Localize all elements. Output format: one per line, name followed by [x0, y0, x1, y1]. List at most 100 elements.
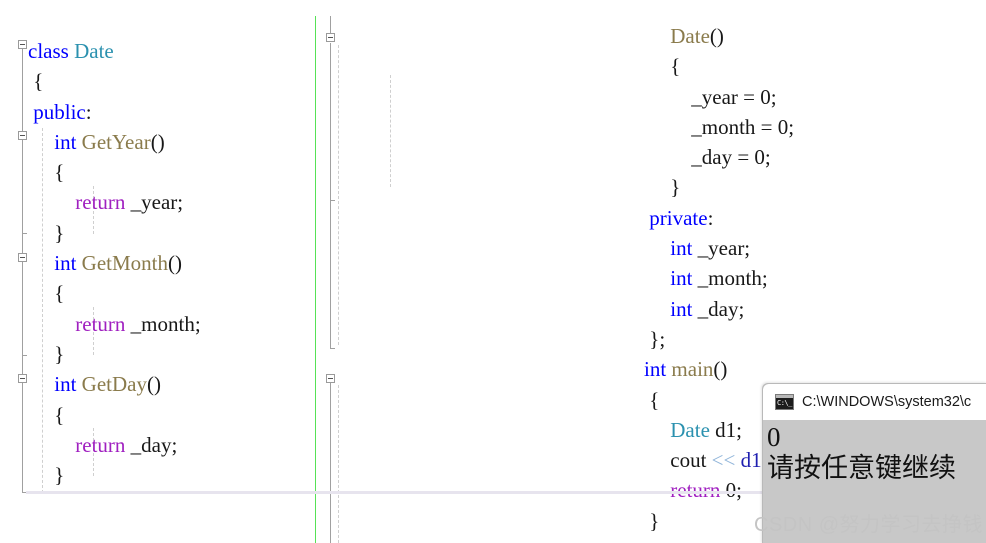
code-token: _day =	[644, 145, 755, 170]
code-line[interactable]: {	[644, 51, 926, 81]
code-token: return	[75, 190, 126, 215]
editor-pane-left[interactable]: class Date { public: int GetYear() { ret…	[0, 0, 320, 543]
code-token: Date	[670, 24, 710, 48]
fold-toggle-getyear[interactable]	[18, 131, 27, 140]
code-token: _month;	[692, 266, 768, 291]
code-line[interactable]: public:	[28, 97, 201, 127]
code-token: _month =	[644, 114, 778, 139]
code-token: }	[28, 341, 65, 366]
code-token: }	[644, 508, 660, 533]
code-token: ()	[146, 372, 161, 397]
code-token: {	[644, 54, 681, 79]
code-token: _day;	[125, 432, 178, 457]
fold-toggle-getmonth[interactable]	[18, 253, 27, 262]
code-line[interactable]: int GetDay()	[28, 369, 201, 399]
code-token: {	[28, 160, 65, 185]
code-token: return	[75, 432, 126, 457]
code-line[interactable]: {	[28, 66, 201, 96]
code-line[interactable]: _year = 0;	[644, 82, 926, 112]
code-line[interactable]: int _year;	[644, 233, 926, 263]
fold-guide-line	[22, 49, 23, 493]
code-token: ;	[736, 417, 742, 442]
code-line[interactable]: class Date	[28, 36, 201, 66]
code-token: ()	[713, 357, 728, 382]
code-token: _day;	[692, 296, 745, 321]
fold-end-tick	[22, 233, 27, 234]
code-line[interactable]: }	[644, 172, 926, 202]
code-line[interactable]: {	[28, 157, 201, 187]
code-line[interactable]: }	[28, 339, 201, 369]
code-line[interactable]: int _month;	[644, 263, 926, 293]
code-token: _year =	[644, 84, 761, 109]
code-line[interactable]: Date()	[644, 21, 926, 51]
code-token: }	[28, 463, 65, 488]
code-line[interactable]: return _day;	[28, 430, 201, 460]
code-line[interactable]: return _year;	[28, 187, 201, 217]
fold-toggle-class-date[interactable]	[18, 40, 27, 49]
code-token: int	[670, 296, 693, 321]
code-line[interactable]: _day = 0;	[644, 142, 926, 172]
fold-margin-right[interactable]	[326, 0, 346, 543]
code-token: GetYear	[81, 129, 151, 154]
code-line[interactable]: {	[28, 278, 201, 308]
horizontal-scroll-indicator[interactable]	[26, 491, 786, 494]
console-output-area[interactable]: 0 请按任意键继续	[763, 420, 986, 543]
code-line[interactable]: int _day;	[644, 294, 926, 324]
code-token: int	[54, 251, 77, 276]
code-token: };	[644, 326, 666, 351]
code-token: 0	[777, 114, 789, 139]
indent-guide	[390, 75, 391, 187]
code-line[interactable]: }	[28, 218, 201, 248]
fold-guide-line	[330, 43, 331, 348]
console-output-line: 0	[767, 422, 781, 452]
code-token: Date	[74, 39, 114, 63]
fold-toggle-date-ctor[interactable]	[326, 33, 335, 42]
code-line[interactable]: {	[28, 400, 201, 430]
code-text-left[interactable]: class Date { public: int GetYear() { ret…	[28, 36, 201, 490]
code-token: main	[671, 357, 714, 382]
code-token: ()	[150, 129, 165, 154]
fold-end-tick	[22, 355, 27, 356]
fold-toggle-getday[interactable]	[18, 374, 27, 383]
code-line[interactable]: int GetMonth()	[28, 248, 201, 278]
fold-end-tick	[330, 200, 335, 201]
code-line[interactable]: int main()	[644, 354, 926, 384]
console-titlebar[interactable]: C:\WINDOWS\system32\c	[763, 384, 986, 420]
code-line[interactable]: int GetYear()	[28, 127, 201, 157]
code-token: d1	[740, 448, 762, 473]
console-window[interactable]: C:\WINDOWS\system32\c 0 请按任意键继续	[762, 383, 986, 543]
code-token: {	[28, 402, 65, 427]
code-token: }	[644, 175, 681, 200]
code-line[interactable]: return _month;	[28, 309, 201, 339]
code-token: private	[644, 205, 708, 230]
code-token: return	[75, 311, 126, 336]
fold-end-tick	[330, 348, 335, 349]
code-token: int	[54, 129, 77, 154]
fold-toggle-main[interactable]	[326, 374, 335, 383]
console-title-text: C:\WINDOWS\system32\c	[802, 394, 972, 410]
code-token: class	[28, 39, 69, 63]
code-token: ()	[709, 24, 724, 48]
code-token: ;	[788, 114, 795, 139]
code-token: ()	[168, 251, 182, 276]
code-token: :	[707, 205, 714, 230]
code-line[interactable]: }	[28, 460, 201, 490]
code-token: GetMonth	[81, 251, 168, 276]
code-token: public	[28, 99, 86, 124]
code-token: :	[85, 99, 92, 124]
code-token: {	[644, 387, 660, 412]
code-line[interactable]: };	[644, 324, 926, 354]
code-token: _month;	[125, 311, 201, 336]
code-token: 0	[754, 145, 765, 170]
code-line[interactable]: _month = 0;	[644, 112, 926, 142]
code-line[interactable]: private:	[644, 203, 926, 233]
